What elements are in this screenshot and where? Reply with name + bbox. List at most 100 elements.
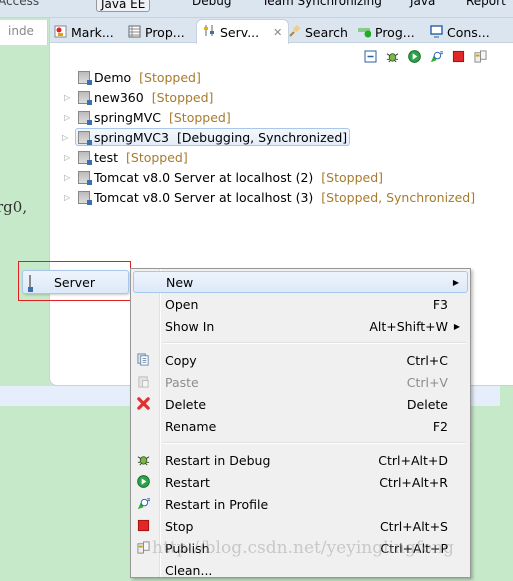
menu-item-label: Rename xyxy=(165,418,217,434)
editor-tab-label: inde xyxy=(8,24,34,38)
server-name: springMVC3 xyxy=(94,129,169,145)
menu-item-label: Restart in Profile xyxy=(165,496,269,512)
server-row[interactable]: Demo [Stopped] xyxy=(78,68,201,86)
tab-markers[interactable]: Mark... xyxy=(54,22,114,43)
perspective-report[interactable]: Report xyxy=(466,0,506,10)
server-icon xyxy=(78,190,92,205)
menu-item-label: Restart in Debug xyxy=(165,452,271,468)
perspective-debug[interactable]: Debug xyxy=(192,0,231,10)
menu-item-rename[interactable]: Rename F2 xyxy=(133,415,468,437)
copy-icon xyxy=(137,353,151,367)
debug-icon[interactable] xyxy=(386,50,399,66)
publish-icon[interactable] xyxy=(474,50,487,66)
stop-icon[interactable] xyxy=(452,50,465,66)
menu-item-show-in[interactable]: Show In Alt+Shift+W ▶ xyxy=(133,315,468,337)
server-icon xyxy=(78,170,92,185)
expand-icon[interactable]: ▷ xyxy=(62,133,68,142)
menu-item-label: Restart xyxy=(165,474,210,490)
menu-item-label: Delete xyxy=(165,396,207,412)
server-status: [Stopped] xyxy=(126,149,188,165)
perspective-java-ee[interactable]: Java EE xyxy=(96,0,151,12)
editor-tab[interactable]: inde xyxy=(0,20,48,45)
menu-item-restart-in-debug[interactable]: Restart in Debug Ctrl+Alt+D xyxy=(133,449,468,471)
expand-icon[interactable]: ▷ xyxy=(64,113,70,122)
tab-servers[interactable]: Serv... ✕ xyxy=(196,19,290,44)
menu-item-stop[interactable]: Stop Ctrl+Alt+S xyxy=(133,515,468,537)
expand-icon[interactable]: ▷ xyxy=(64,93,70,102)
server-row[interactable]: ▷ test [Stopped] xyxy=(64,148,188,166)
server-status: [Stopped] xyxy=(151,89,214,105)
server-row[interactable]: ▷ Tomcat v8.0 Server at localhost (2) [Sto… xyxy=(64,168,384,186)
menu-item-open[interactable]: Open F3 xyxy=(133,293,468,315)
expand-icon[interactable]: ▷ xyxy=(64,193,70,202)
menu-item-restart-in-profile[interactable]: Restart in Profile xyxy=(133,493,468,515)
menu-item-label: New xyxy=(166,274,194,290)
server-icon xyxy=(78,110,92,125)
server-status: [Stopped] xyxy=(321,169,384,185)
paste-icon xyxy=(137,375,151,389)
perspective-team[interactable]: Team Synchronizing xyxy=(262,0,382,10)
server-icon xyxy=(78,70,92,85)
server-name: Tomcat v8.0 Server at localhost (2) xyxy=(94,169,314,185)
menu-item-restart[interactable]: Restart Ctrl+Alt+R xyxy=(133,471,468,493)
server-status: [Stopped] xyxy=(168,109,231,125)
submenu-item-server[interactable]: Server xyxy=(22,270,129,294)
start-icon[interactable] xyxy=(408,50,421,66)
tab-label: Serv... xyxy=(220,24,260,40)
server-row[interactable]: ▷ Tomcat v8.0 Server at localhost (3) [Sto… xyxy=(64,188,476,206)
server-row[interactable]: ▷ springMVC3 [Debugging, Synchronized] xyxy=(62,128,351,146)
context-menu: New ▶ Open F3 Show In Alt+Shift+W ▶ Copy Ctrl+C P… xyxy=(130,268,471,578)
close-icon[interactable]: ✕ xyxy=(273,26,282,39)
menu-item-shortcut: Ctrl+Alt+R xyxy=(379,474,448,490)
menu-item-label: Clean... xyxy=(165,562,213,578)
quick-access[interactable]: Access xyxy=(0,0,39,10)
submenu-arrow-icon: ▶ xyxy=(452,277,459,287)
tab-properties[interactable]: Prop... xyxy=(128,22,185,43)
profile-icon[interactable] xyxy=(430,50,443,66)
debug-icon xyxy=(137,453,151,467)
tab-progress[interactable]: Prog... xyxy=(358,22,415,43)
new-server-icon xyxy=(29,275,31,291)
watermark: http://blog.csdn.net/yeyinglingfeng xyxy=(152,538,454,558)
server-icon xyxy=(78,150,92,165)
server-row[interactable]: ▷ springMVC [Stopped] xyxy=(64,108,231,126)
tab-label: Mark... xyxy=(71,25,114,40)
menu-item-shortcut: Delete xyxy=(406,396,448,412)
perspective-bar: Access Java EE Debug Team Synchronizing … xyxy=(0,0,513,18)
server-row[interactable]: ▷ new360 [Stopped] xyxy=(64,88,214,106)
tab-label: Prop... xyxy=(145,25,185,40)
perspective-java[interactable]: Java xyxy=(410,0,435,10)
server-status: [Stopped, Synchronized] xyxy=(321,189,476,205)
server-name: springMVC xyxy=(94,109,161,125)
servers-icon xyxy=(203,24,216,40)
server-status: [Stopped] xyxy=(139,69,201,85)
start-icon xyxy=(137,475,151,489)
server-name: Demo xyxy=(94,69,132,85)
menu-item-new[interactable]: New ▶ xyxy=(133,271,468,293)
menu-item-label: Show In xyxy=(165,318,215,334)
expand-icon[interactable]: ▷ xyxy=(64,173,70,182)
menu-item-label: Copy xyxy=(165,352,197,368)
tab-label: Prog... xyxy=(375,25,415,40)
menu-item-shortcut: Ctrl+C xyxy=(406,352,448,368)
search-icon xyxy=(288,24,301,41)
menu-item-shortcut: Ctrl+Alt+S xyxy=(379,518,448,534)
menu-item-delete[interactable]: Delete Delete xyxy=(133,393,468,415)
menu-item-shortcut: F2 xyxy=(432,418,448,434)
menu-separator xyxy=(163,342,466,344)
menu-item-paste[interactable]: Paste Ctrl+V xyxy=(133,371,468,393)
tab-console[interactable]: Cons... xyxy=(430,22,490,43)
server-name: new360 xyxy=(94,89,144,105)
expand-icon[interactable]: ▷ xyxy=(64,153,70,162)
server-icon xyxy=(78,90,92,105)
profile-icon xyxy=(137,497,151,511)
menu-item-clean[interactable]: Clean... xyxy=(133,559,468,581)
menu-item-copy[interactable]: Copy Ctrl+C xyxy=(133,349,468,371)
menu-item-shortcut: F3 xyxy=(432,296,448,312)
collapse-all-icon[interactable] xyxy=(364,50,377,66)
tab-label: Cons... xyxy=(447,25,490,40)
tab-search[interactable]: Search xyxy=(288,22,348,43)
server-status: [Debugging, Synchronized] xyxy=(176,129,348,145)
server-name: Tomcat v8.0 Server at localhost (3) xyxy=(94,189,314,205)
menu-separator xyxy=(163,442,466,444)
